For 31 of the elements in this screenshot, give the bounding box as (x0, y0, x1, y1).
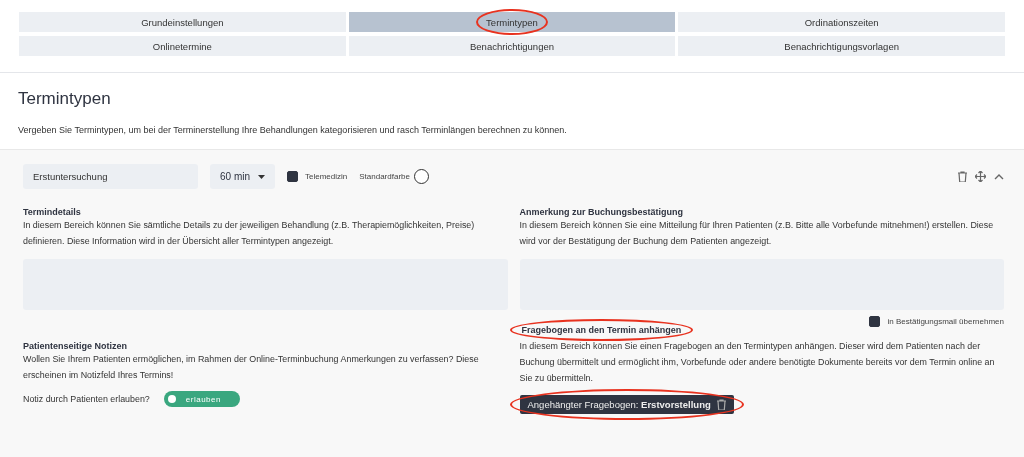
section-title: Patientenseitige Notizen (23, 341, 128, 351)
section-title: Termindetails (23, 207, 81, 217)
color-swatch[interactable] (413, 169, 429, 184)
caret-icon (258, 174, 265, 179)
settings-tab[interactable]: Benachrichtigungsvorlagen (678, 36, 1005, 56)
trash-icon[interactable] (716, 399, 726, 410)
color-label: Standardfarbe (359, 172, 410, 181)
settings-tab[interactable]: Ordinationszeiten (678, 12, 1005, 32)
toggle-question: Notiz durch Patienten erlauben? (23, 393, 150, 406)
duration-dropdown[interactable]: 60 min (210, 164, 275, 189)
name-field[interactable]: Erstuntersuchung (23, 164, 198, 189)
move-icon[interactable] (975, 171, 986, 182)
section-text: In diesem Bereich können Sie sämtliche Details zu der jeweiligen Behandlung (z.B. Therapiemöglichkeiten, Preise) definieren. Diese Information wird in der Übersicht aller Termintypen angezeigt. (23, 219, 476, 248)
section-text: In diesem Bereich können Sie eine Mitteilung für Ihren Patienten (z.B. Bitte alle Vorbefunde mitnehmen!) erstellen. Diese wird vor der Bestätigung der Buchung dem Patienten angezeigt. (519, 219, 995, 248)
page-description: Vergeben Sie Termintypen, um bei der Terminerstellung Ihre Behandlungen kategorisieren und rasch Terminlängen berechnen zu können. (18, 125, 568, 135)
section-text: Wollen Sie Ihrem Patienten ermöglichen, im Rahmen der Online-Terminbuchung Anmerkungen zu verfassen? Diese erscheinen im Notizfeld Ihres Termins! (23, 353, 480, 382)
settings-tab[interactable]: Grundeinstellungen (19, 12, 346, 32)
page-title: Termintypen (18, 89, 112, 109)
section-text: In diesem Bereich können Sie einen Fragebogen an den Termintypen anhängen. Dieser wird dem Patienten nach der Buchung übermittelt und ermöglicht ihm, Vorbefunde oder andere benötigte Dokumente bereits vor dem Termin online an Sie zu übermitteln. (519, 340, 996, 385)
attached-questionnaire-chip[interactable]: Angehängter Fragebogen: Erstvorstellung (519, 395, 734, 414)
trash-icon[interactable] (958, 171, 967, 182)
email-option-label: in Bestätigungsmail übernehmen (887, 317, 1004, 326)
section-title: Anmerkung zur Buchungsbestätigung (519, 207, 683, 217)
chevron-up-icon[interactable] (994, 173, 1004, 180)
telemedicine-label: Telemedizin (305, 172, 348, 181)
settings-tab[interactable]: Benachrichtigungen (348, 36, 676, 56)
email-checkbox[interactable] (869, 316, 881, 327)
telemedicine-checkbox[interactable] (287, 171, 298, 182)
settings-tab[interactable]: Onlinetermine (19, 36, 346, 56)
section-title: Fragebogen an den Termin anhängen (520, 325, 683, 335)
settings-tab[interactable]: Termintypen (348, 12, 676, 32)
